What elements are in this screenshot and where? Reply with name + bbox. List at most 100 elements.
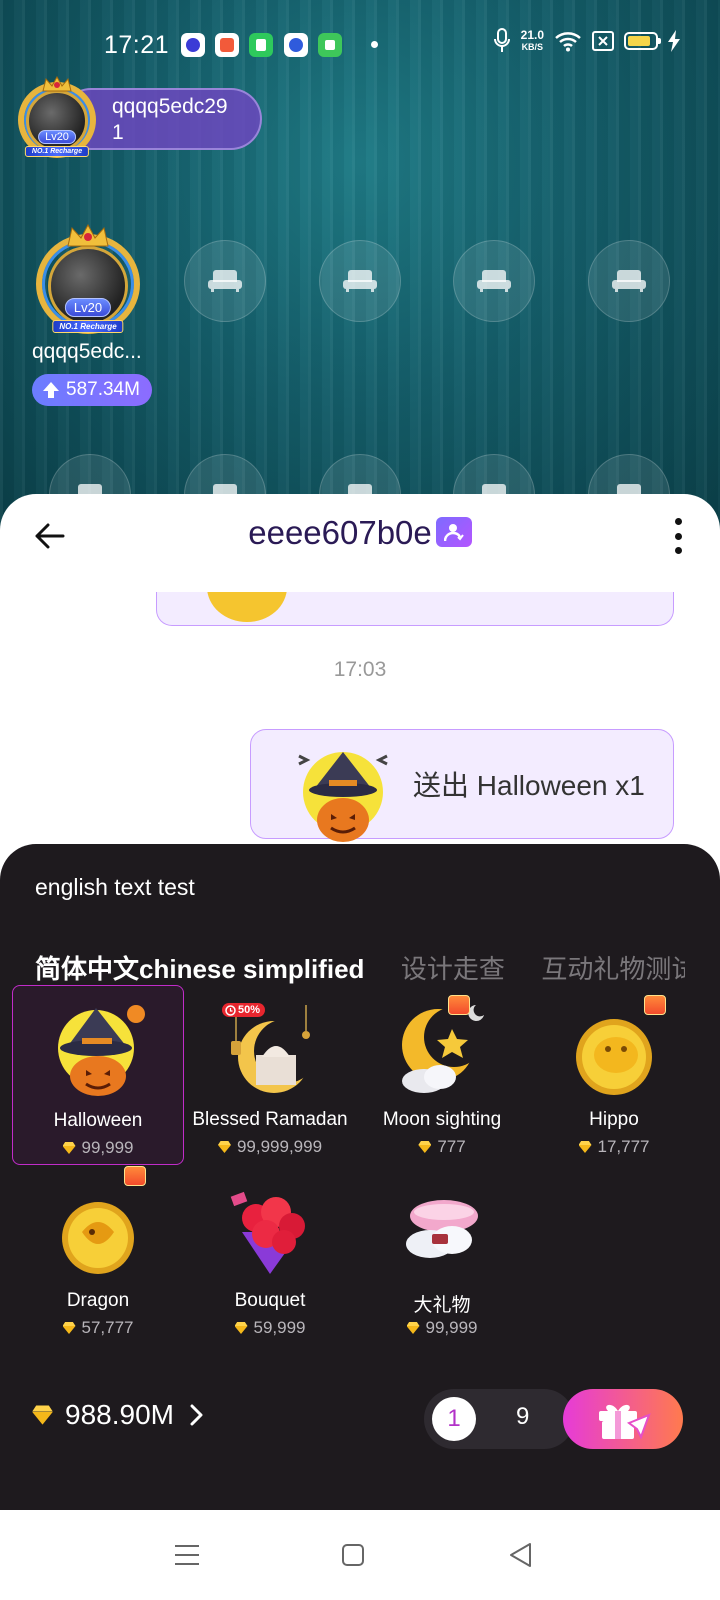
gift-price-value: 99,999,999 <box>236 1137 323 1156</box>
gift-price-value: 59,999 <box>253 1318 306 1337</box>
empty-seat-4[interactable] <box>453 240 535 322</box>
seat-1-level-badge: Lv20 <box>64 298 112 317</box>
send-gift-button[interactable] <box>563 1389 683 1449</box>
gift-price: 17,777 <box>528 1137 700 1157</box>
discount-tag: 50% <box>222 1003 266 1017</box>
gift-item-hippo[interactable]: Hippo 17,777 <box>528 985 700 1165</box>
nav-menu-button[interactable] <box>170 1538 204 1572</box>
hippo-gift-image <box>576 1019 652 1095</box>
gift-item-halloween[interactable]: Halloween 99,999 <box>12 985 184 1165</box>
host-name: qqqq5edc29 <box>112 95 228 118</box>
gift-message-bubble[interactable]: 送出 Halloween x1 <box>250 729 674 842</box>
network-speed-unit: KB/S <box>521 42 544 52</box>
diamond-icon <box>32 1405 53 1424</box>
gift-item-moon-sighting[interactable]: Moon sighting 777 <box>356 985 528 1165</box>
diamond-icon <box>579 1141 592 1153</box>
sofa-icon <box>612 270 646 292</box>
chat-timestamp: 17:03 <box>333 658 387 681</box>
quantity-option-selected[interactable]: 1 <box>432 1397 476 1441</box>
network-speed-value: 21.0 <box>520 28 544 42</box>
store-notification-icon <box>318 33 342 57</box>
friend-badge-icon <box>435 517 472 547</box>
gift-price-value: 99,999 <box>425 1318 478 1337</box>
battery-icon <box>624 32 661 50</box>
gift-price: 57,777 <box>12 1318 184 1338</box>
crown-icon <box>42 76 72 92</box>
gift-name: Hippo <box>589 1109 639 1130</box>
gift-coin-image <box>207 592 287 622</box>
balance-button[interactable]: 988.90M <box>36 1399 204 1431</box>
triangle-back-icon <box>510 1543 531 1567</box>
chat-header: eeee607b0e <box>0 494 720 590</box>
diamond-icon <box>218 1141 231 1153</box>
diamond-icon <box>407 1322 420 1334</box>
host-recharge-badge: NO.1 Recharge <box>24 146 90 157</box>
gift-name: Halloween <box>53 1110 143 1131</box>
gift-price: 777 <box>356 1137 528 1157</box>
gift-name: Bouquet <box>234 1290 306 1311</box>
more-dot-icon <box>674 547 682 554</box>
dragon-gift-image <box>62 1202 134 1274</box>
sim-off-icon <box>592 31 614 51</box>
gift-price-value: 99,999 <box>81 1138 134 1157</box>
gift-price-value: 57,777 <box>81 1318 134 1337</box>
network-speed: 21.0 KB/S <box>521 29 544 53</box>
gift-box-tag-icon <box>448 995 470 1015</box>
square-home-icon <box>342 1544 364 1566</box>
clock-icon <box>225 1004 236 1016</box>
sofa-icon <box>343 270 377 292</box>
tab-interactive-gift-test[interactable]: 互动礼物测试 <box>541 949 685 986</box>
nav-home-button[interactable] <box>336 1538 370 1572</box>
more-dot-icon <box>674 532 682 540</box>
airship-gift-image <box>406 1200 478 1258</box>
host-avatar[interactable]: Lv20 NO.1 Recharge <box>16 76 98 160</box>
gift-price: 99,999,999 <box>184 1137 356 1157</box>
status-icons: 21.0 KB/S <box>493 28 680 54</box>
gift-item-dragon[interactable]: Dragon 57,777 <box>12 1166 184 1346</box>
gift-item-blessed-ramadan[interactable]: 50% Blessed Ramadan 99,999,999 <box>184 985 356 1165</box>
gift-price: 99,999 <box>356 1318 528 1338</box>
moon-gift-image <box>402 1005 484 1093</box>
gift-name: Dragon <box>66 1290 130 1311</box>
tab-chinese-simplified[interactable]: 简体中文chinese simplified <box>35 949 364 986</box>
gift-send-icon <box>599 1404 651 1440</box>
microphone-icon <box>493 28 510 52</box>
diamond-icon <box>235 1322 248 1334</box>
diamond-icon <box>418 1141 431 1153</box>
more-notifications-dot <box>371 41 378 48</box>
diamond-icon <box>63 1322 76 1334</box>
nav-back-button[interactable] <box>504 1538 538 1572</box>
seat-1-username: qqqq5edc... <box>32 340 142 363</box>
tab-design-review[interactable]: 设计走查 <box>401 949 505 986</box>
charging-icon <box>668 30 680 52</box>
voice-room-background: 17:21 21.0 KB/S qqqq5edc29 1 Lv20 NO.1 Re… <box>0 0 720 540</box>
gift-item-big-gift[interactable]: 大礼物 99,999 <box>356 1166 528 1346</box>
panel-caption: english text test <box>35 874 195 900</box>
empty-seat-2[interactable] <box>184 240 266 322</box>
shield-notification-icon <box>249 33 273 57</box>
bouquet-gift-image <box>230 1191 305 1274</box>
seat-1-avatar[interactable]: Lv20 NO.1 Recharge <box>32 224 144 336</box>
wifi-icon <box>555 32 581 52</box>
gift-price: 59,999 <box>184 1318 356 1338</box>
status-time: 17:21 <box>104 31 170 59</box>
seat-1-score-badge: 587.34M <box>32 374 152 406</box>
gift-item-bouquet[interactable]: Bouquet 59,999 <box>184 1166 356 1346</box>
status-bar: 17:21 21.0 KB/S <box>0 0 720 90</box>
sofa-icon <box>477 270 511 292</box>
gift-category-tabs: 简体中文chinese simplified 设计走查 互动礼物测试 <box>35 949 685 989</box>
gift-name: 大礼物 <box>413 1295 471 1316</box>
empty-seat-3[interactable] <box>319 240 401 322</box>
empty-seat-5[interactable] <box>588 240 670 322</box>
system-navigation-bar <box>0 1510 720 1600</box>
game-notification-icon <box>215 33 239 57</box>
seat-1-recharge-badge: NO.1 Recharge <box>52 320 124 333</box>
halloween-gift-image <box>58 1005 145 1096</box>
chat-contact-name: eeee607b0e <box>248 514 432 551</box>
more-dot-icon <box>674 518 682 525</box>
quantity-selector: 1 9 <box>424 1389 574 1449</box>
more-options-button[interactable] <box>672 518 684 554</box>
previous-gift-message[interactable] <box>156 592 674 626</box>
quantity-option[interactable]: 9 <box>516 1403 529 1431</box>
sofa-icon <box>208 270 242 292</box>
